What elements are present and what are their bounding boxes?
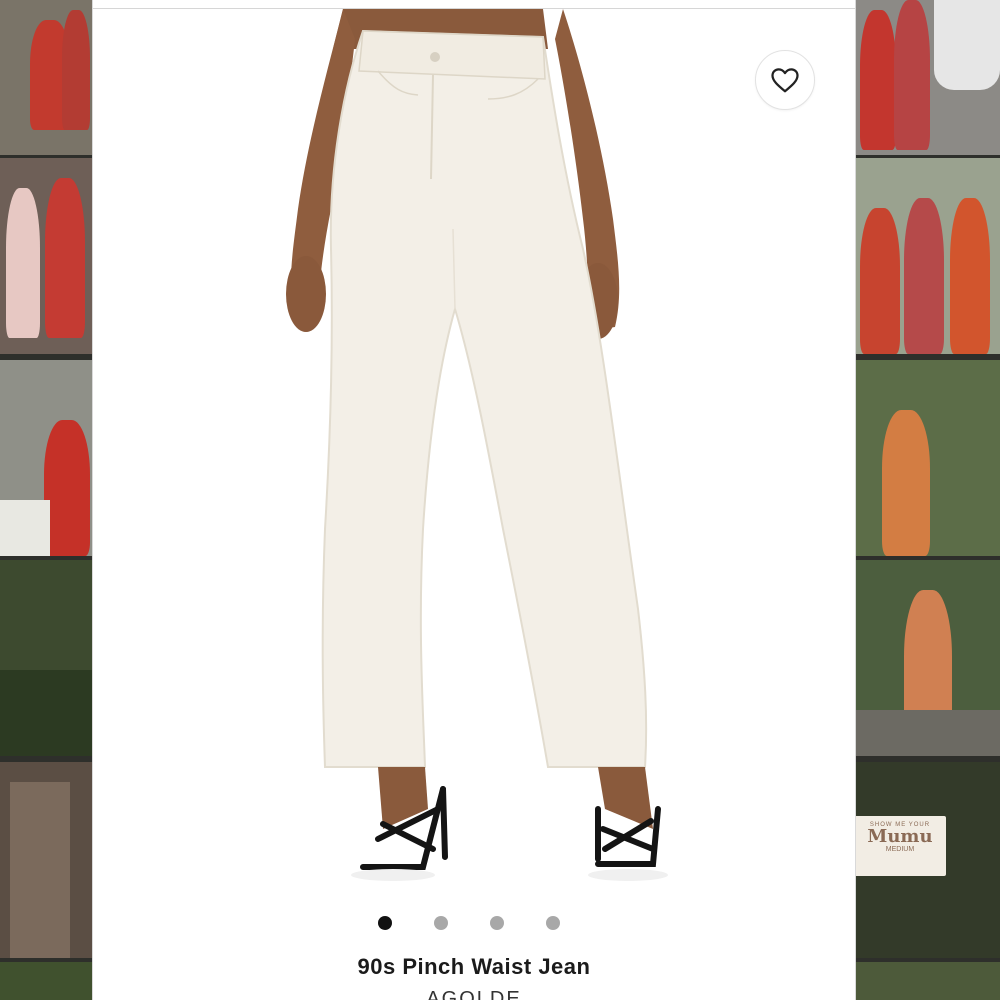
background-photo-grid-left (0, 0, 92, 1000)
tag-size-text: MEDIUM (885, 846, 915, 853)
bg-photo-tile (0, 360, 92, 556)
bg-photo-tile (854, 560, 1000, 756)
bg-photo-tile (0, 762, 92, 958)
model-right-ankle (598, 767, 653, 829)
bg-photo-tile (0, 962, 92, 1000)
clothing-tag: SHOW ME YOUR Mumu MEDIUM (854, 816, 946, 876)
bg-photo-tile (854, 158, 1000, 354)
carousel-dot-1[interactable] (378, 916, 392, 930)
product-image[interactable] (93, 9, 855, 899)
bg-photo-tile (854, 962, 1000, 1000)
bg-photo-tile (854, 0, 1000, 155)
background-photo-grid-right: SHOW ME YOUR Mumu MEDIUM (854, 0, 1000, 1000)
product-card[interactable]: 90s Pinch Waist Jean AGOLDE (92, 0, 856, 1000)
model-left-hand (286, 256, 326, 332)
bg-photo-tile: SHOW ME YOUR Mumu MEDIUM (854, 762, 1000, 958)
carousel-dot-4[interactable] (546, 916, 560, 930)
carousel-dot-2[interactable] (434, 916, 448, 930)
bg-photo-tile (0, 158, 92, 354)
heart-icon (771, 68, 799, 93)
bg-photo-tile (854, 360, 1000, 556)
bg-photo-tile (0, 0, 92, 155)
carousel-dot-3[interactable] (490, 916, 504, 930)
favorite-button[interactable] (755, 50, 815, 110)
bg-photo-tile (0, 560, 92, 756)
jeans-button (430, 52, 440, 62)
image-carousel-indicators (93, 916, 855, 930)
product-title: 90s Pinch Waist Jean (357, 954, 591, 979)
tag-brand-text: Mumu (867, 826, 933, 847)
product-brand[interactable]: AGOLDE (93, 988, 855, 1000)
jeans-waistband (358, 30, 546, 80)
